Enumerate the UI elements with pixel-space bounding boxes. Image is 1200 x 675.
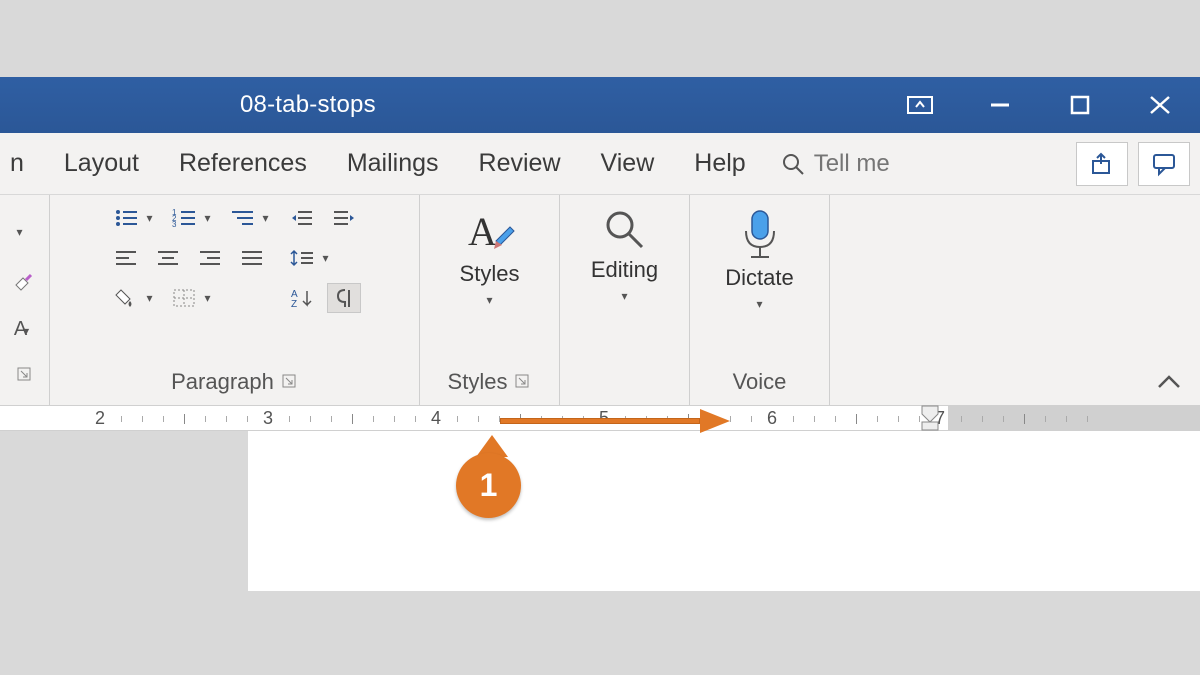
ruler-number: 3 [263, 408, 273, 429]
titlebar: 08-tab-stops [0, 77, 1200, 133]
align-justify[interactable] [235, 243, 269, 273]
svg-text:3: 3 [172, 220, 177, 229]
microphone-icon [735, 207, 785, 261]
chevron-down-icon: ▾ [756, 297, 762, 311]
styles-label: Styles [460, 261, 520, 287]
align-left[interactable] [109, 243, 143, 273]
align-right[interactable] [193, 243, 227, 273]
decrease-indent[interactable] [285, 203, 319, 233]
callout-number: 1 [480, 467, 498, 504]
editing-label: Editing [591, 257, 658, 283]
ribbon-display-options[interactable] [880, 77, 960, 133]
numbering-dropdown[interactable]: ▾ [205, 211, 217, 225]
font-size-button[interactable]: A▾ [8, 317, 42, 347]
close-button[interactable] [1120, 77, 1200, 133]
voice-label: Voice [733, 369, 787, 395]
tab-mailings[interactable]: Mailings [329, 143, 457, 184]
tellme-input[interactable] [812, 149, 932, 179]
styles-button[interactable]: A Styles ▾ [435, 203, 545, 311]
ruler-number: 4 [431, 408, 441, 429]
numbering-button[interactable]: 123 [167, 203, 201, 233]
group-voice: Dictate ▾ Voice [690, 195, 830, 405]
annotation-arrow [500, 414, 730, 430]
bullets-dropdown[interactable]: ▾ [147, 211, 159, 225]
dictate-button[interactable]: Dictate ▾ [705, 203, 815, 315]
font-group-fragment: ▾ A▾ [0, 195, 50, 405]
font-dialog-launcher[interactable] [17, 367, 33, 383]
styles-icon: A [462, 207, 518, 257]
align-center[interactable] [151, 243, 185, 273]
borders-button[interactable] [167, 283, 201, 313]
tellme-search[interactable] [780, 149, 932, 179]
find-icon [602, 207, 648, 253]
share-button[interactable] [1076, 142, 1128, 186]
shading-dropdown[interactable]: ▾ [147, 291, 159, 305]
format-painter[interactable] [8, 267, 42, 297]
sort-button[interactable]: AZ [285, 283, 319, 313]
ribbon-tabs: n Layout References Mailings Review View… [0, 133, 1200, 195]
group-styles: A Styles ▾ Styles [420, 195, 560, 405]
ruler-number: 2 [95, 408, 105, 429]
right-indent-marker[interactable] [920, 404, 940, 432]
show-paragraph-marks[interactable] [327, 283, 361, 313]
search-icon [780, 151, 806, 177]
svg-text:Z: Z [291, 299, 297, 309]
ruler-number: 6 [767, 408, 777, 429]
document-page[interactable] [248, 431, 1200, 591]
tab-references[interactable]: References [161, 143, 325, 184]
svg-text:A: A [468, 209, 497, 254]
shading-button[interactable] [109, 283, 143, 313]
chevron-down-icon: ▾ [621, 289, 627, 303]
annotation-callout-1: 1 [456, 435, 528, 525]
line-spacing[interactable] [285, 243, 319, 273]
ribbon: ▾ A▾ ▾ 123▾ ▾ [0, 195, 1200, 405]
tab-layout[interactable]: Layout [46, 143, 157, 184]
share-icon [1088, 150, 1116, 178]
collapse-ribbon[interactable] [1156, 369, 1182, 397]
multilevel-list-button[interactable] [225, 203, 259, 233]
borders-dropdown[interactable]: ▾ [205, 291, 217, 305]
tab-partial[interactable]: n [10, 143, 42, 184]
document-title: 08-tab-stops [240, 91, 376, 119]
group-editing: Editing ▾ [560, 195, 690, 405]
increase-indent[interactable] [327, 203, 361, 233]
word-window: 08-tab-stops n Layout References Mailing… [0, 77, 1200, 405]
line-spacing-dropdown[interactable]: ▾ [323, 251, 335, 265]
minimize-button[interactable] [960, 77, 1040, 133]
styles-group-label: Styles [448, 369, 508, 395]
comments-button[interactable] [1138, 142, 1190, 186]
tab-review[interactable]: Review [461, 143, 579, 184]
dictate-label: Dictate [725, 265, 793, 291]
bullets-button[interactable] [109, 203, 143, 233]
comment-icon [1150, 150, 1178, 178]
font-dropdown[interactable]: ▾ [8, 217, 42, 247]
tab-help[interactable]: Help [676, 143, 763, 184]
paragraph-label: Paragraph [171, 369, 274, 395]
group-paragraph: ▾ 123 ▾ ▾ ▾ ▾ [50, 195, 420, 405]
editing-button[interactable]: Editing ▾ [570, 203, 680, 307]
styles-dialog-launcher[interactable] [515, 374, 531, 390]
paragraph-dialog-launcher[interactable] [282, 374, 298, 390]
chevron-down-icon: ▾ [486, 293, 492, 307]
tab-view[interactable]: View [583, 143, 673, 184]
maximize-button[interactable] [1040, 77, 1120, 133]
multilevel-dropdown[interactable]: ▾ [263, 211, 275, 225]
